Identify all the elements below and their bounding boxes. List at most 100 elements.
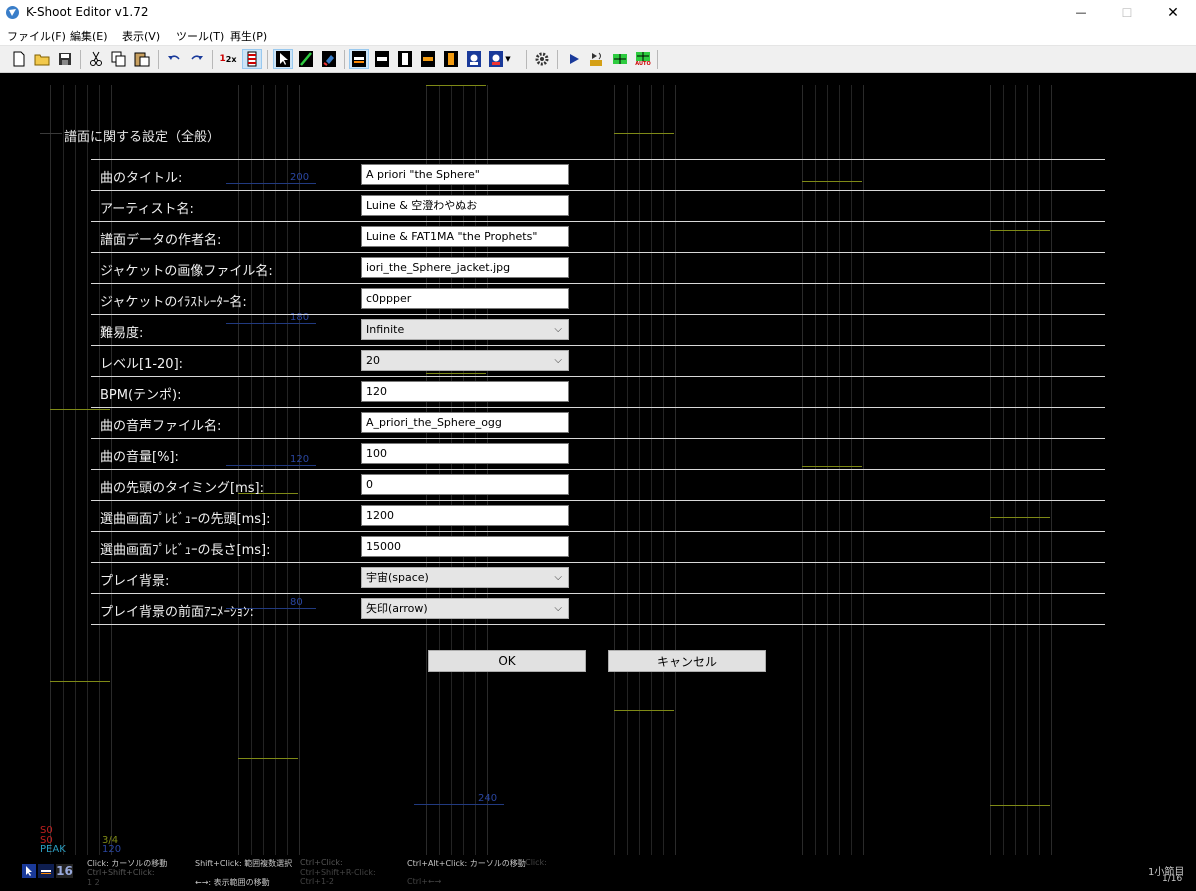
undo-icon[interactable]	[164, 49, 184, 69]
field-label: 曲の音量[%]:	[100, 450, 179, 465]
select-value: Infinite	[366, 323, 405, 336]
ok-button[interactable]: OK	[428, 650, 586, 672]
measure-line	[614, 710, 674, 711]
row-divider	[91, 624, 1105, 625]
field-label: プレイ背景の前面ｱﾆﾒｰｼｮﾝ:	[100, 605, 254, 620]
redo-icon[interactable]	[187, 49, 207, 69]
long-bt-icon[interactable]	[395, 49, 415, 69]
measure-fraction: 1/16	[1162, 874, 1183, 884]
play-sound-icon[interactable]	[587, 49, 607, 69]
lane-mode-icon[interactable]	[38, 864, 54, 878]
toolbar-separator	[212, 50, 213, 69]
hint-text: Ctrl+1-2	[300, 877, 335, 886]
field-input[interactable]: A_priori_the_Sphere_ogg	[361, 412, 569, 433]
toolbar-separator	[80, 50, 81, 69]
field-input[interactable]: 1200	[361, 505, 569, 526]
laser-right-icon[interactable]	[319, 49, 339, 69]
settings-gear-icon[interactable]	[532, 49, 552, 69]
settings-row: ジャケットのｲﾗｽﾄﾚｰﾀｰ名: c0ppper	[91, 283, 1105, 314]
bpm-marker-label: 240	[478, 793, 498, 804]
new-file-icon[interactable]	[9, 49, 29, 69]
settings-row: 譜面データの作者名: Luine & FAT1MA "the Prophets"	[91, 221, 1105, 252]
close-icon: ✕	[1167, 4, 1179, 21]
fx-long-icon[interactable]	[441, 49, 461, 69]
field-label: アーティスト名:	[100, 202, 194, 217]
field-label: 譜面データの作者名:	[100, 233, 222, 248]
field-input[interactable]: 100	[361, 443, 569, 464]
save-icon[interactable]	[55, 49, 75, 69]
lane-divider	[87, 85, 88, 855]
field-input[interactable]: 120	[361, 381, 569, 402]
maximize-button[interactable]: ☐	[1104, 0, 1150, 25]
field-input[interactable]: A priori "the Sphere"	[361, 164, 569, 185]
bpm-change-line	[414, 804, 504, 805]
menu-file[interactable]: ファイル(F)	[7, 28, 66, 44]
field-select[interactable]: 20 ⌵	[361, 350, 569, 371]
field-input[interactable]: iori_the_Sphere_jacket.jpg	[361, 257, 569, 278]
sound-icon[interactable]: ▼	[487, 49, 513, 69]
menu-view[interactable]: 表示(V)	[122, 28, 160, 44]
cancel-button[interactable]: キャンセル	[608, 650, 766, 672]
chart-editor-canvas[interactable]: 200 180 120 80 240 譜面に関する設定（全般） 曲のタイトル: A pri…	[0, 73, 1196, 891]
field-label: ジャケットの画像ファイル名:	[100, 264, 273, 279]
menu-tools[interactable]: ツール(T)	[176, 28, 224, 44]
menu-bar: ファイル(F) 編集(E) 表示(V) ツール(T) 再生(P)	[0, 25, 1196, 45]
app-icon	[6, 6, 19, 19]
auto-play-icon[interactable]: AUTO	[633, 49, 653, 69]
paste-icon[interactable]	[132, 49, 152, 69]
measure-line	[614, 133, 674, 134]
chevron-down-icon: ⌵	[554, 324, 562, 335]
dialog-title: 譜面に関する設定（全般）	[64, 130, 221, 145]
field-input[interactable]: 0	[361, 474, 569, 495]
lane-divider	[75, 85, 76, 855]
chip-fx-icon[interactable]	[349, 49, 369, 69]
settings-row: ジャケットの画像ファイル名: iori_the_Sphere_jacket.jpg	[91, 252, 1105, 283]
settings-row: アーティスト名: Luine & 空澄わやぬお	[91, 190, 1105, 221]
select-value: 宇宙(space)	[366, 571, 429, 584]
field-label: 選曲画面ﾌﾟﾚﾋﾞｭｰの長さ[ms]:	[100, 543, 271, 558]
zoom-2x-icon[interactable]: 1 2x	[218, 49, 238, 69]
cursor-mode-icon[interactable]	[22, 864, 36, 878]
measure-line	[426, 85, 486, 86]
field-label: 曲の音声ファイル名:	[100, 419, 222, 434]
fx-note-icon[interactable]	[418, 49, 438, 69]
menu-edit[interactable]: 編集(E)	[70, 28, 108, 44]
measure-line	[238, 758, 298, 759]
play-from-icon[interactable]	[610, 49, 630, 69]
camera-icon[interactable]	[464, 49, 484, 69]
field-select[interactable]: Infinite ⌵	[361, 319, 569, 340]
settings-row: プレイ背景: 宇宙(space) ⌵	[91, 562, 1105, 593]
lane-view-icon[interactable]	[242, 49, 262, 69]
settings-row: レベル[1-20]: 20 ⌵	[91, 345, 1105, 376]
settings-row: BPM(テンポ): 120	[91, 376, 1105, 407]
field-label: プレイ背景:	[100, 574, 170, 589]
title-bar: K-Shoot Editor v1.72 — ☐ ✕	[0, 0, 1196, 25]
minimize-icon: —	[1075, 6, 1087, 19]
cut-icon[interactable]	[86, 49, 106, 69]
settings-row: プレイ背景の前面ｱﾆﾒｰｼｮﾝ: 矢印(arrow) ⌵	[91, 593, 1105, 624]
copy-icon[interactable]	[109, 49, 129, 69]
laser-left-icon[interactable]	[296, 49, 316, 69]
field-label: 選曲画面ﾌﾟﾚﾋﾞｭｰの先頭[ms]:	[100, 512, 271, 527]
field-label: 曲のタイトル:	[100, 171, 183, 186]
open-folder-icon[interactable]	[32, 49, 52, 69]
menu-play[interactable]: 再生(P)	[230, 28, 267, 44]
field-input[interactable]: 15000	[361, 536, 569, 557]
field-input[interactable]: Luine & 空澄わやぬお	[361, 195, 569, 216]
field-label: レベル[1-20]:	[100, 357, 184, 372]
field-select[interactable]: 矢印(arrow) ⌵	[361, 598, 569, 619]
close-button[interactable]: ✕	[1150, 0, 1196, 25]
measure-line	[990, 805, 1050, 806]
select-cursor-icon[interactable]	[273, 49, 293, 69]
field-select[interactable]: 宇宙(space) ⌵	[361, 567, 569, 588]
chevron-down-icon[interactable]: ▼	[505, 55, 510, 63]
field-input[interactable]: Luine & FAT1MA "the Prophets"	[361, 226, 569, 247]
play-icon[interactable]	[564, 49, 584, 69]
field-label: 難易度:	[100, 326, 144, 341]
hint-text: Ctrl+Shift+R-Click:	[300, 868, 376, 877]
grid-division-indicator[interactable]: 16	[56, 864, 73, 878]
minimize-button[interactable]: —	[1058, 0, 1104, 25]
field-input[interactable]: c0ppper	[361, 288, 569, 309]
hint-text: R-Click:	[517, 858, 547, 867]
bt-note-icon[interactable]	[372, 49, 392, 69]
